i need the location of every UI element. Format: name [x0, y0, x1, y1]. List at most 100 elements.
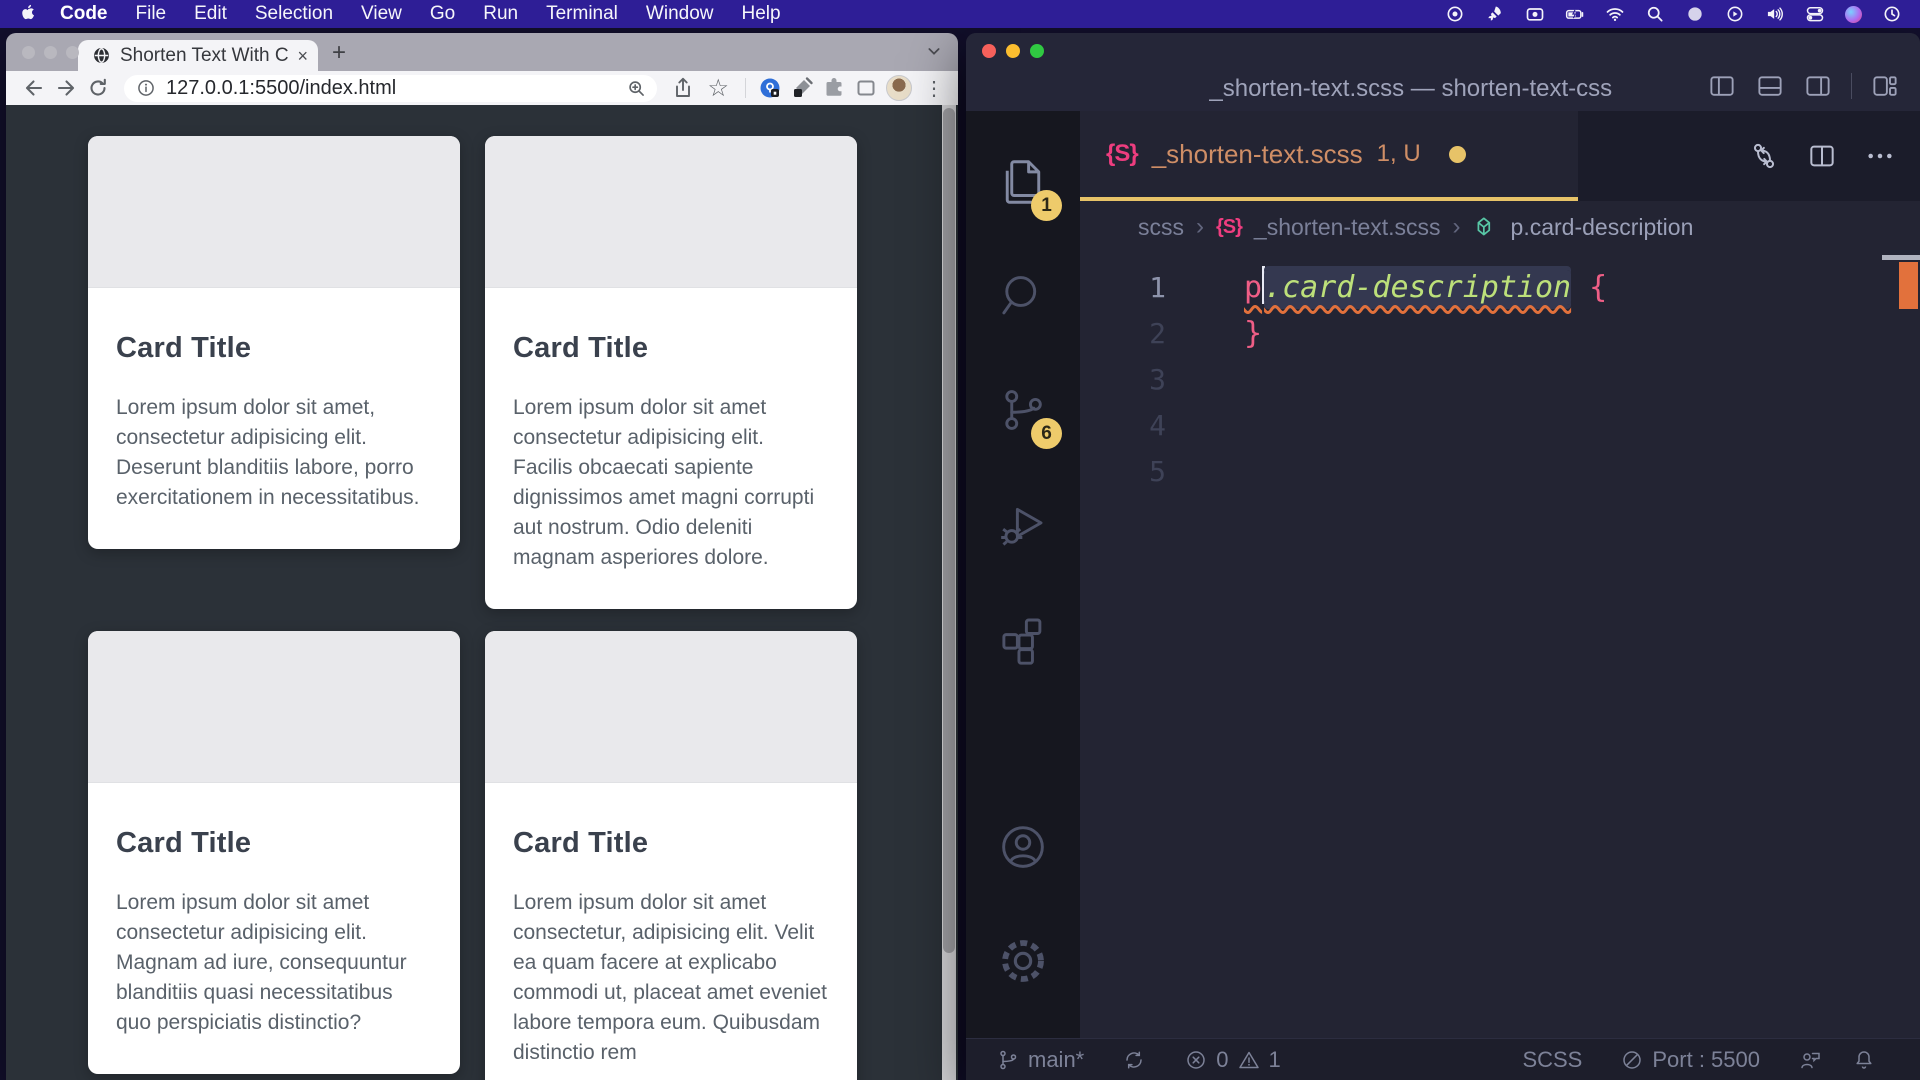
profile-avatar[interactable] — [886, 75, 912, 101]
split-editor-icon[interactable] — [1806, 140, 1838, 172]
tab-close-icon[interactable]: × — [297, 47, 308, 65]
code-content[interactable]: p.card-description { } — [1200, 253, 1920, 1038]
source-control-view-button[interactable]: 6 — [966, 353, 1080, 467]
search-view-button[interactable] — [966, 239, 1080, 353]
rocket-icon[interactable] — [1485, 4, 1505, 24]
menu-file[interactable]: File — [136, 3, 167, 25]
customize-layout-icon[interactable] — [1870, 71, 1900, 101]
wifi-icon[interactable] — [1605, 4, 1625, 24]
menu-selection[interactable]: Selection — [255, 3, 333, 25]
url-bar[interactable]: 127.0.0.1:5500/index.html — [124, 75, 657, 102]
play-circle-icon[interactable] — [1725, 4, 1745, 24]
dnd-icon[interactable] — [1685, 4, 1705, 24]
problems-status[interactable]: 0 1 — [1184, 1047, 1281, 1073]
breadcrumb-file[interactable]: _shorten-text.scss — [1254, 214, 1441, 241]
menubar-app-name[interactable]: Code — [60, 3, 108, 25]
git-branch-status[interactable]: main* — [996, 1047, 1084, 1073]
live-server-port-status[interactable]: Port : 5500 — [1620, 1047, 1760, 1073]
forward-button[interactable] — [54, 76, 78, 100]
side-panel-icon[interactable] — [854, 76, 878, 100]
password-manager-extension-icon[interactable] — [758, 76, 782, 100]
site-info-icon[interactable] — [136, 78, 156, 98]
url-text[interactable]: 127.0.0.1:5500/index.html — [166, 77, 616, 100]
battery-icon[interactable] — [1565, 4, 1585, 24]
toggle-secondary-sidebar-icon[interactable] — [1803, 71, 1833, 101]
browser-page-content: Card Title Lorem ipsum dolor sit amet, c… — [6, 105, 958, 1080]
notifications-status[interactable] — [1852, 1048, 1876, 1072]
control-center-icon[interactable] — [1805, 4, 1825, 24]
chrome-traffic-lights[interactable] — [22, 46, 79, 59]
feedback-icon — [1798, 1048, 1822, 1072]
minimize-window-button[interactable] — [44, 46, 57, 59]
close-window-button[interactable] — [22, 46, 35, 59]
share-icon[interactable] — [671, 76, 695, 100]
zoom-window-button[interactable] — [66, 46, 79, 59]
menu-view[interactable]: View — [361, 3, 402, 25]
eyedropper-extension-icon[interactable] — [790, 76, 814, 100]
chrome-menu-kebab-icon[interactable]: ⋮ — [920, 76, 948, 101]
breadcrumb-folder[interactable]: scss — [1138, 214, 1184, 241]
code-editor[interactable]: 1 2 3 4 5 p.card-description { } — [1080, 253, 1920, 1038]
settings-button[interactable] — [966, 904, 1080, 1018]
open-changes-icon[interactable] — [1748, 140, 1780, 172]
feedback-status[interactable] — [1798, 1048, 1822, 1072]
bookmark-star-icon[interactable]: ☆ — [703, 74, 733, 103]
unsaved-changes-dot-icon[interactable] — [1449, 146, 1466, 163]
breadcrumb-symbol[interactable]: p.card-description — [1511, 214, 1694, 241]
menu-terminal[interactable]: Terminal — [546, 3, 618, 25]
line-number-gutter: 1 2 3 4 5 — [1080, 253, 1200, 1038]
new-tab-button[interactable]: + — [332, 41, 346, 65]
toggle-primary-sidebar-icon[interactable] — [1707, 71, 1737, 101]
zoom-icon[interactable] — [626, 78, 647, 99]
menu-go[interactable]: Go — [430, 3, 455, 25]
scrollbar-thumb[interactable] — [943, 108, 955, 953]
editor-group: {S} _shorten-text.scss 1, U scss › {S} _… — [1080, 111, 1920, 1038]
card-image-placeholder — [88, 631, 460, 783]
card-title: Card Title — [513, 332, 829, 365]
page-scrollbar[interactable] — [942, 105, 956, 1080]
record-target-icon[interactable] — [1445, 4, 1465, 24]
code-line-1[interactable]: p.card-description { — [1244, 265, 1920, 311]
port-label: Port : 5500 — [1652, 1047, 1760, 1073]
line-number: 1 — [1080, 265, 1166, 311]
menu-help[interactable]: Help — [742, 3, 781, 25]
toggle-panel-icon[interactable] — [1755, 71, 1785, 101]
zoom-window-button[interactable] — [1030, 44, 1044, 58]
vscode-traffic-lights[interactable] — [982, 44, 1044, 58]
explorer-view-button[interactable]: 1 — [966, 125, 1080, 239]
card-grid: Card Title Lorem ipsum dolor sit amet, c… — [88, 136, 857, 1080]
language-mode-status[interactable]: SCSS — [1522, 1047, 1582, 1073]
vscode-window: _shorten-text.scss — shorten-text-css 1 … — [966, 33, 1920, 1080]
overview-ruler-warning-marker — [1899, 262, 1918, 309]
extensions-puzzle-icon[interactable] — [822, 76, 846, 100]
menu-run[interactable]: Run — [483, 3, 518, 25]
menu-edit[interactable]: Edit — [194, 3, 227, 25]
volume-icon[interactable] — [1765, 4, 1785, 24]
activity-bar: 1 6 — [966, 111, 1080, 1038]
gear-icon — [996, 934, 1050, 988]
minimize-window-button[interactable] — [1006, 44, 1020, 58]
card-image-placeholder — [88, 136, 460, 288]
back-button[interactable] — [22, 76, 46, 100]
extensions-view-button[interactable] — [966, 581, 1080, 695]
accounts-button[interactable] — [966, 790, 1080, 904]
menu-window[interactable]: Window — [646, 3, 714, 25]
screen-record-icon[interactable] — [1525, 4, 1545, 24]
scrollbar-slider[interactable] — [1882, 255, 1920, 260]
code-token-open-brace: { — [1571, 270, 1607, 305]
run-debug-view-button[interactable] — [966, 467, 1080, 581]
sync-status[interactable] — [1122, 1048, 1146, 1072]
more-actions-icon[interactable] — [1864, 140, 1896, 172]
close-window-button[interactable] — [982, 44, 996, 58]
siri-icon[interactable] — [1845, 6, 1862, 23]
code-line-2[interactable]: } — [1244, 311, 1920, 357]
explorer-badge: 1 — [1031, 190, 1062, 221]
card: Card Title Lorem ipsum dolor sit amet, c… — [88, 136, 460, 549]
tab-search-chevron-icon[interactable] — [926, 43, 942, 59]
apple-menu[interactable] — [18, 4, 38, 24]
clock-icon[interactable] — [1882, 4, 1902, 24]
search-icon[interactable] — [1645, 4, 1665, 24]
browser-tab[interactable]: Shorten Text With CSS × — [78, 40, 318, 71]
tab-shorten-text-scss[interactable]: {S} _shorten-text.scss 1, U — [1080, 111, 1578, 201]
reload-button[interactable] — [86, 76, 110, 100]
